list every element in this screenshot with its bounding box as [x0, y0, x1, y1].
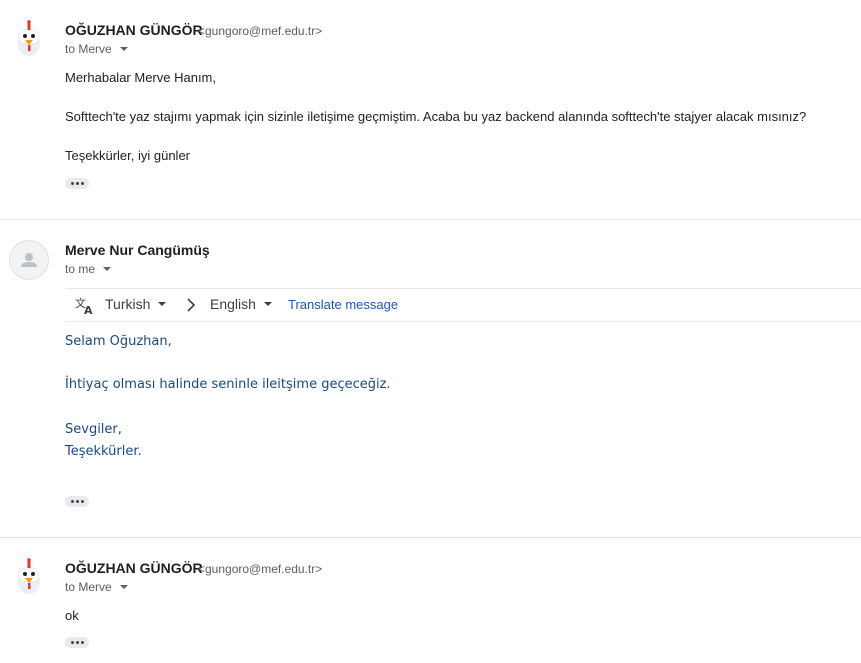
recipient-dropdown[interactable]: to Merve [65, 580, 128, 594]
caret-down-icon [103, 267, 112, 271]
show-trimmed-button[interactable] [65, 178, 89, 189]
caret-down-icon [119, 47, 128, 51]
caret-down-icon [119, 585, 128, 589]
caret-down-icon [263, 302, 272, 306]
sender-name[interactable]: Merve Nur Cangümüş [65, 242, 210, 258]
message-line: Teşekkürler. [65, 444, 142, 459]
message-line: İhtiyaç olması halinde seninle ileitşime… [65, 377, 391, 392]
translate-bar-bottom-border [65, 321, 861, 322]
message-line: Selam Oğuzhan, [65, 334, 172, 349]
show-trimmed-button[interactable] [65, 496, 89, 507]
dot [70, 182, 74, 185]
recipient-label: to me [65, 262, 96, 276]
sender-email: <gungoro@mef.edu.tr> [198, 24, 323, 38]
message-line: Softtech'te yaz stajımı yapmak için sizi… [65, 109, 807, 124]
translate-icon: 文 A [75, 296, 93, 315]
dot [80, 641, 84, 644]
dot [75, 641, 79, 644]
chevron-right-icon [187, 298, 196, 312]
translate-bar-top-border [65, 288, 861, 289]
chicken-avatar-icon[interactable] [10, 556, 50, 596]
message-divider [0, 219, 861, 220]
recipient-label: to Merve [65, 42, 112, 56]
sender-email: <gungoro@mef.edu.tr> [198, 562, 323, 576]
show-trimmed-button[interactable] [65, 637, 89, 648]
dot [70, 641, 74, 644]
message-line: Merhabalar Merve Hanım, [65, 70, 216, 85]
dot [80, 500, 84, 503]
dot [80, 182, 84, 185]
dot [75, 182, 79, 185]
caret-down-icon [158, 302, 167, 306]
target-language-label: English [210, 296, 256, 312]
sender-name[interactable]: OĞUZHAN GÜNGÖR [65, 560, 203, 576]
message-line: Teşekkürler, iyi günler [65, 148, 190, 163]
message-line: Sevgiler, [65, 422, 122, 437]
message-line: ok [65, 608, 79, 623]
source-language-select[interactable]: Turkish [105, 296, 167, 312]
dot [75, 500, 79, 503]
chicken-avatar-icon[interactable] [10, 18, 50, 58]
message-divider [0, 537, 861, 538]
recipient-label: to Merve [65, 580, 112, 594]
dot [70, 500, 74, 503]
sender-name[interactable]: OĞUZHAN GÜNGÖR [65, 22, 203, 38]
recipient-dropdown[interactable]: to Merve [65, 42, 128, 56]
svg-text:A: A [84, 304, 93, 315]
person-avatar-icon[interactable] [9, 240, 49, 280]
source-language-label: Turkish [105, 296, 151, 312]
translate-message-link[interactable]: Translate message [288, 297, 398, 312]
recipient-dropdown[interactable]: to me [65, 262, 112, 276]
target-language-select[interactable]: English [210, 296, 272, 312]
